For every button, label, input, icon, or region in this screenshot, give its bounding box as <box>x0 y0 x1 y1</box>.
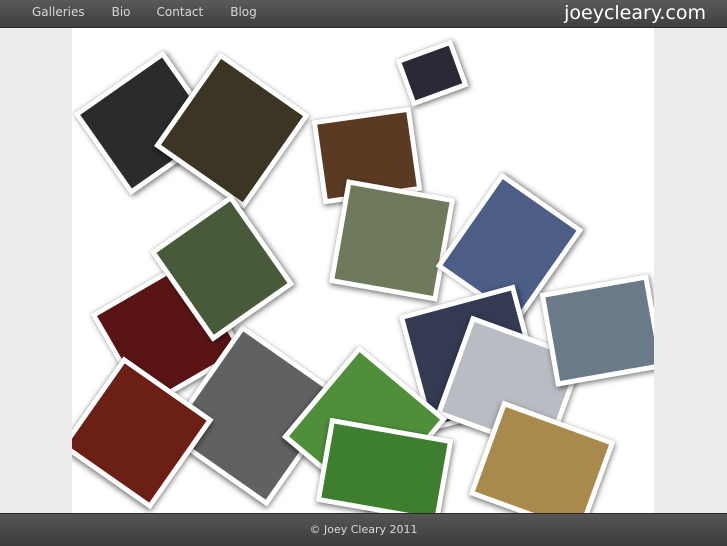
nav-link-galleries[interactable]: Galleries <box>32 0 85 27</box>
photo-collage <box>72 28 654 513</box>
top-navigation-bar: Galleries Bio Contact Blog joeycleary.co… <box>0 0 727 28</box>
nav-link-contact[interactable]: Contact <box>157 0 204 27</box>
main-nav: Galleries Bio Contact Blog <box>0 0 257 27</box>
site-logo-text[interactable]: joeycleary.com <box>564 1 706 25</box>
nav-link-bio[interactable]: Bio <box>112 0 131 27</box>
copyright-text: © Joey Cleary 2011 <box>309 523 418 536</box>
photo-street-signs[interactable] <box>539 274 654 387</box>
nav-link-blog[interactable]: Blog <box>230 0 257 27</box>
photo-mountain-valley[interactable] <box>328 179 456 302</box>
footer: © Joey Cleary 2011 <box>0 513 727 546</box>
photo-night-lights[interactable] <box>395 39 469 107</box>
